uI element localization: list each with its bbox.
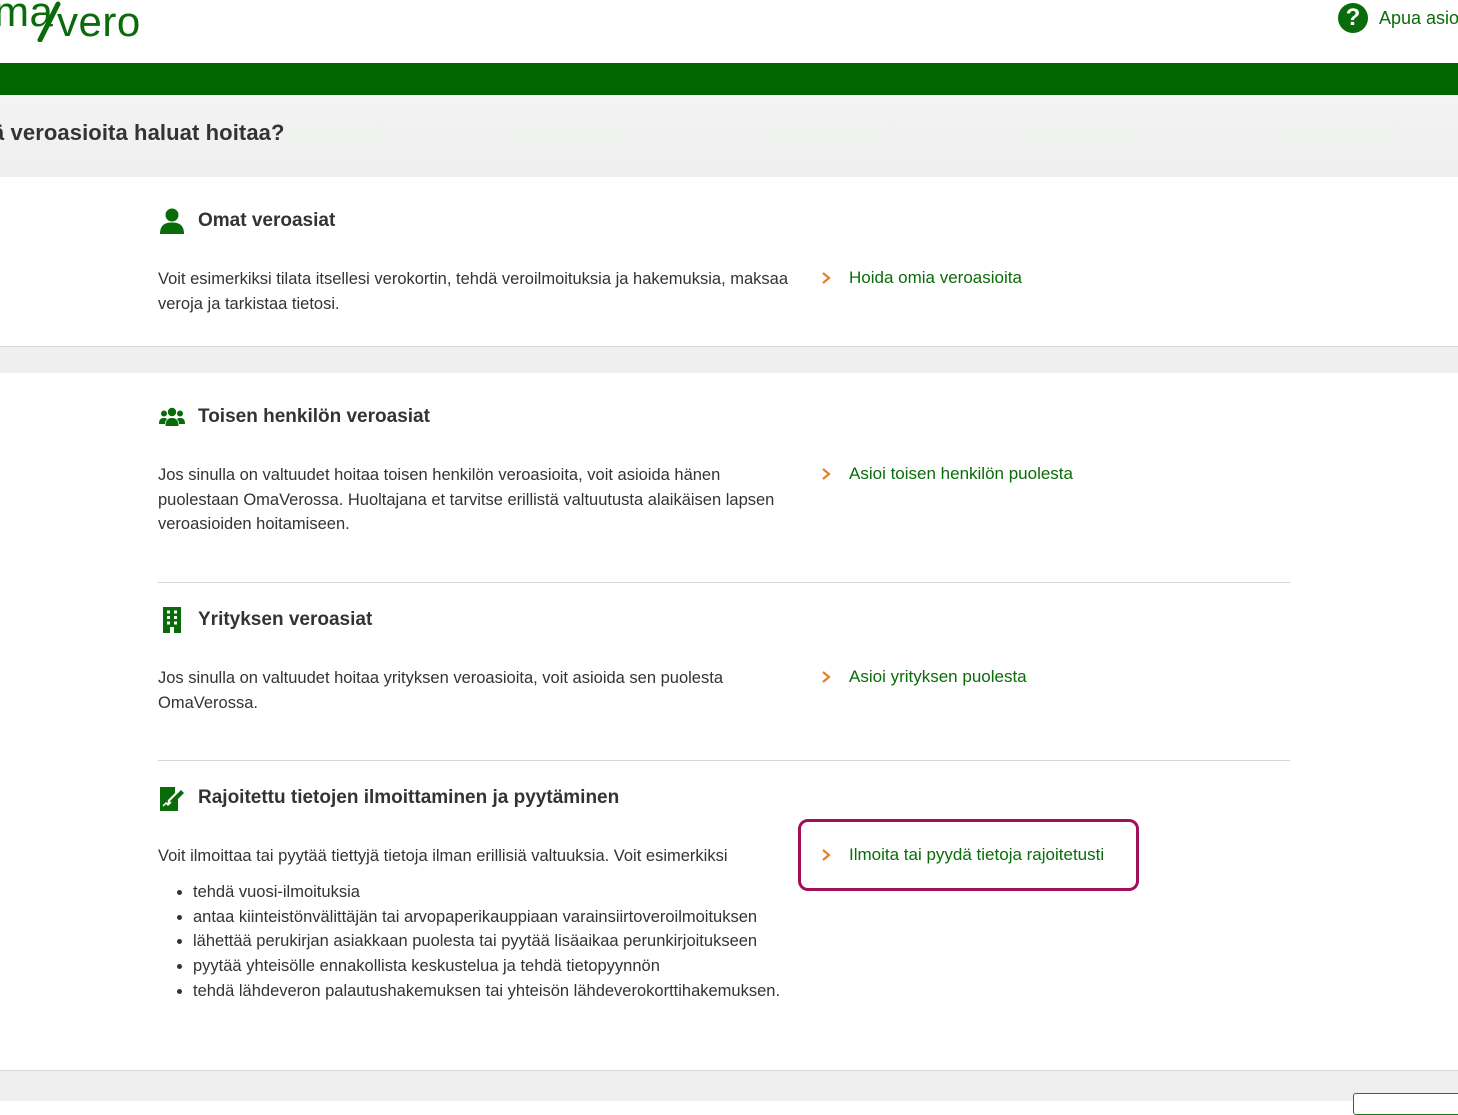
help-question-icon: ? xyxy=(1338,3,1368,33)
divider xyxy=(158,582,1290,583)
main-nav-bar xyxy=(0,63,1458,95)
own-tax-panel xyxy=(0,177,1458,347)
group-icon xyxy=(158,403,186,431)
list-item: tehdä lähdeveron palautushakemuksen tai … xyxy=(193,979,823,1004)
section-title-restricted: Rajoitettu tietojen ilmoittaminen ja pyy… xyxy=(158,784,619,812)
section-title-other-person: Toisen henkilön veroasiat xyxy=(158,403,430,431)
list-item: lähettää perukirjan asiakkaan puolesta t… xyxy=(193,929,823,954)
section-title-label: Omat veroasiat xyxy=(198,210,336,231)
section-description: Voit ilmoittaa tai pyytää tiettyjä tieto… xyxy=(158,847,728,865)
list-item: antaa kiinteistönvälittäjän tai arvopape… xyxy=(193,905,823,930)
section-title-label: Toisen henkilön veroasiat xyxy=(198,406,430,427)
list-item: tehdä vuosi-ilmoituksia xyxy=(193,880,823,905)
link-own-tax[interactable]: Hoida omia veroasioita xyxy=(820,268,1022,288)
link-other-person[interactable]: Asioi toisen henkilön puolesta xyxy=(820,464,1073,484)
section-description: Jos sinulla on valtuudet hoitaa yritykse… xyxy=(158,669,723,712)
help-link[interactable]: ? Apua asioi xyxy=(1338,2,1458,34)
section-title-company: Yrityksen veroasiat xyxy=(158,606,372,634)
top-header: ma vero ? Apua asioi xyxy=(0,0,1458,63)
panel-gap xyxy=(0,347,1458,373)
corner-button[interactable] xyxy=(1353,1093,1458,1115)
examples-list: tehdä vuosi-ilmoituksia antaa kiinteistö… xyxy=(158,880,823,1004)
list-item: pyytää yhteisölle ennakollista keskustel… xyxy=(193,954,823,979)
help-label: Apua asioi xyxy=(1379,7,1458,28)
logo-text-right: vero xyxy=(57,0,141,45)
page-title: ä veroasioita haluat hoitaa? xyxy=(0,120,285,145)
person-icon xyxy=(158,207,186,235)
divider xyxy=(158,760,1290,761)
highlight-box xyxy=(798,819,1139,891)
chevron-right-icon xyxy=(820,271,834,285)
link-label: Asioi yrityksen puolesta xyxy=(849,667,1027,686)
link-company[interactable]: Asioi yrityksen puolesta xyxy=(820,667,1027,687)
link-label: Asioi toisen henkilön puolesta xyxy=(849,464,1073,483)
chevron-right-icon xyxy=(820,670,834,684)
section-title-own: Omat veroasiat xyxy=(158,207,335,235)
section-title-label: Yrityksen veroasiat xyxy=(198,609,373,630)
footer-band xyxy=(0,1071,1458,1101)
document-edit-icon xyxy=(158,784,186,812)
section-description: Jos sinulla on valtuudet hoitaa toisen h… xyxy=(158,466,775,534)
chevron-right-icon xyxy=(820,467,834,481)
link-label: Hoida omia veroasioita xyxy=(849,268,1022,287)
section-title-label: Rajoitettu tietojen ilmoittaminen ja pyy… xyxy=(198,787,620,808)
building-icon xyxy=(158,606,186,634)
section-description: Voit esimerkiksi tilata itsellesi veroko… xyxy=(158,270,789,313)
